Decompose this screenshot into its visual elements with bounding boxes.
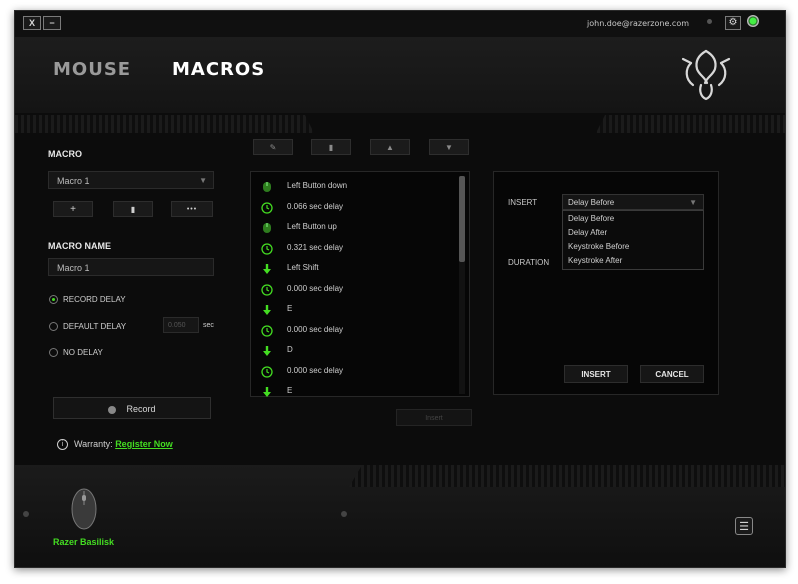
device-name[interactable]: Razer Basilisk bbox=[53, 537, 114, 547]
macro-select[interactable]: Macro 1 ▼ bbox=[48, 171, 214, 189]
list-item-text: Left Button down bbox=[287, 181, 348, 190]
list-item[interactable]: Left Button down bbox=[251, 176, 451, 196]
list-item-text: 0.321 sec delay bbox=[287, 242, 344, 252]
header: MOUSE MACROS bbox=[15, 37, 785, 133]
arrow-down-icon bbox=[261, 385, 273, 397]
no-delay-radio[interactable] bbox=[49, 348, 58, 357]
list-item-text: 0.066 sec delay bbox=[287, 201, 344, 211]
list-item[interactable]: D bbox=[251, 340, 451, 360]
chevron-down-icon: ▼ bbox=[199, 176, 207, 185]
option-keystroke-after[interactable]: Keystroke After bbox=[568, 256, 622, 265]
clock-icon bbox=[261, 283, 273, 296]
delete-step-icon[interactable]: ▮ bbox=[311, 139, 351, 155]
list-item-text: E bbox=[287, 304, 293, 313]
list-item[interactable]: E bbox=[251, 299, 451, 319]
razer-logo-icon bbox=[681, 49, 731, 101]
info-icon: i bbox=[57, 439, 68, 451]
record-button[interactable]: Record bbox=[53, 397, 211, 419]
device-bar-stripe bbox=[349, 465, 785, 487]
more-options-button[interactable]: ••• bbox=[171, 201, 213, 217]
list-item-text: 0.000 sec delay bbox=[287, 324, 344, 334]
macro-name-input[interactable]: Macro 1 bbox=[48, 258, 214, 276]
cancel-button[interactable]: CANCEL bbox=[640, 365, 704, 383]
menu-icon[interactable]: ☰ bbox=[735, 517, 753, 535]
mouse-button-icon bbox=[261, 180, 273, 192]
macro-name-label: MACRO NAME bbox=[48, 241, 111, 251]
default-delay-input[interactable]: 0.050 bbox=[163, 317, 199, 333]
clock-icon bbox=[261, 324, 273, 337]
header-stripe-cut bbox=[305, 115, 605, 133]
record-button-label: Record bbox=[126, 404, 156, 414]
insert-type-select[interactable]: Delay Before ▼ bbox=[562, 194, 704, 210]
list-item[interactable]: 0.000 sec delay bbox=[251, 361, 451, 381]
nav-right-dot[interactable] bbox=[341, 511, 347, 517]
insert-type-options: Delay Before Delay After Keystroke Befor… bbox=[562, 210, 704, 270]
list-item-text: E bbox=[287, 386, 293, 395]
nav-left-dot[interactable] bbox=[23, 511, 29, 517]
warranty-label: Warranty: bbox=[74, 439, 113, 449]
move-down-icon[interactable]: ▼ bbox=[429, 139, 469, 155]
register-now-link[interactable]: Register Now bbox=[115, 439, 173, 449]
list-item[interactable]: 0.000 sec delay bbox=[251, 320, 451, 340]
list-item-text: 0.000 sec delay bbox=[287, 365, 344, 375]
list-scrollbar[interactable] bbox=[459, 176, 465, 394]
default-delay-label: DEFAULT DELAY bbox=[63, 322, 127, 331]
close-button[interactable]: X bbox=[23, 16, 41, 30]
list-item-text: Left Shift bbox=[287, 263, 319, 272]
record-delay-label: RECORD DELAY bbox=[63, 295, 126, 304]
edit-icon[interactable]: ✎ bbox=[253, 139, 293, 155]
record-icon bbox=[108, 405, 117, 414]
arrow-down-icon bbox=[261, 344, 273, 356]
duration-label: DURATION bbox=[508, 258, 550, 267]
tab-macros[interactable]: MACROS bbox=[172, 59, 265, 80]
insert-label: INSERT bbox=[508, 198, 538, 207]
option-delay-before[interactable]: Delay Before bbox=[568, 214, 614, 223]
scrollbar-thumb[interactable] bbox=[459, 176, 465, 262]
mouse-device-icon[interactable] bbox=[69, 483, 99, 531]
separator-dot bbox=[707, 19, 712, 24]
macro-steps-list: Left Button down 0.066 sec delay Left Butt… bbox=[250, 171, 470, 397]
warranty-info: i Warranty: Register Now bbox=[57, 439, 173, 451]
status-indicator-icon[interactable] bbox=[747, 15, 759, 27]
macro-section-label: MACRO bbox=[48, 149, 82, 159]
macro-select-value: Macro 1 bbox=[57, 176, 90, 186]
list-item[interactable]: 0.066 sec delay bbox=[251, 197, 451, 217]
title-bar: X − john.doe@razerzone.com ⚙ bbox=[15, 11, 785, 37]
delete-macro-button[interactable]: ▮ bbox=[113, 201, 153, 217]
list-item[interactable]: 0.000 sec delay bbox=[251, 279, 451, 299]
list-item[interactable]: Left Button up bbox=[251, 217, 451, 237]
list-item[interactable]: E bbox=[251, 381, 451, 401]
list-item-text: 0.000 sec delay bbox=[287, 283, 344, 293]
tab-mouse[interactable]: MOUSE bbox=[53, 59, 131, 80]
clock-icon bbox=[261, 365, 273, 378]
list-item-text: D bbox=[287, 345, 293, 354]
list-item-text: Left Button up bbox=[287, 222, 337, 231]
device-bar bbox=[15, 465, 785, 567]
insert-type-value: Delay Before bbox=[568, 198, 615, 207]
account-email[interactable]: john.doe@razerzone.com bbox=[587, 19, 689, 28]
arrow-down-icon bbox=[261, 303, 273, 315]
default-delay-radio[interactable] bbox=[49, 322, 58, 331]
chevron-down-icon: ▼ bbox=[689, 198, 697, 207]
clock-icon bbox=[261, 201, 273, 214]
move-up-icon[interactable]: ▲ bbox=[370, 139, 410, 155]
option-keystroke-before[interactable]: Keystroke Before bbox=[568, 242, 629, 251]
add-macro-button[interactable]: + bbox=[53, 201, 93, 217]
insert-step-button[interactable]: Insert bbox=[396, 409, 472, 426]
insert-button[interactable]: INSERT bbox=[564, 365, 628, 383]
mouse-button-icon bbox=[261, 221, 273, 233]
record-delay-radio[interactable] bbox=[49, 295, 58, 304]
app-window: X − john.doe@razerzone.com ⚙ MOUSE MACRO… bbox=[14, 10, 786, 568]
delay-unit-label: sec bbox=[203, 322, 214, 329]
list-item[interactable]: Left Shift bbox=[251, 258, 451, 278]
option-delay-after[interactable]: Delay After bbox=[568, 228, 607, 237]
gear-icon[interactable]: ⚙ bbox=[725, 16, 741, 30]
minimize-button[interactable]: − bbox=[43, 16, 61, 30]
clock-icon bbox=[261, 242, 273, 255]
arrow-down-icon bbox=[261, 262, 273, 274]
insert-panel: INSERT Delay Before ▼ Delay Before Delay… bbox=[493, 171, 719, 395]
list-item[interactable]: 0.321 sec delay bbox=[251, 238, 451, 258]
no-delay-label: NO DELAY bbox=[63, 348, 103, 357]
